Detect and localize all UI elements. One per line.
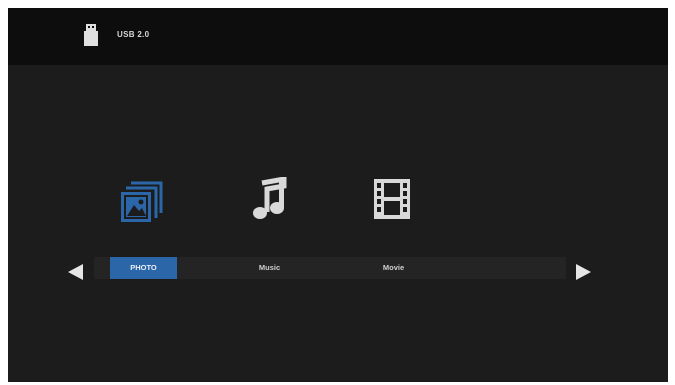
tab-movie[interactable]: Movie [360, 257, 427, 279]
arrow-right-icon[interactable] [576, 264, 591, 280]
tab-music[interactable]: Music [236, 257, 303, 279]
tab-photo[interactable]: PHOTO [110, 257, 177, 279]
photo-icon[interactable] [121, 181, 163, 223]
media-tab-bar: PHOTO Music Movie [94, 257, 566, 279]
film-icon[interactable] [372, 177, 412, 221]
music-note-icon[interactable] [248, 177, 288, 221]
usb-drive-icon [84, 24, 98, 46]
arrow-left-icon[interactable] [68, 264, 83, 280]
top-bar: USB 2.0 [8, 8, 668, 65]
media-player-screen: USB 2.0 PHOTO Music Movie [8, 8, 668, 382]
device-label: USB 2.0 [117, 30, 150, 39]
